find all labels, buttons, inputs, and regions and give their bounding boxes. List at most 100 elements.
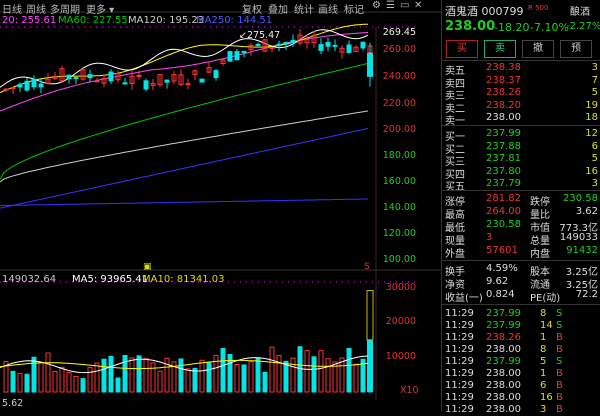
trade-side: S — [556, 308, 563, 319]
volume-bar — [31, 356, 37, 393]
volume-bar — [129, 357, 135, 393]
stat-value: 9.62 — [486, 276, 509, 287]
volume-bar — [24, 373, 30, 393]
ma120-value: MA120: 195.23 — [128, 15, 205, 26]
trade-row: 11:29 238.00 1 B — [442, 368, 600, 380]
stats-row: 现量 3 总量 149033 — [442, 232, 600, 247]
candle-body — [108, 71, 114, 82]
trade-side: B — [556, 332, 563, 343]
candle-body — [367, 52, 373, 77]
candle-body — [325, 42, 331, 47]
preorder-button[interactable]: 预 — [560, 40, 592, 58]
stock-title: 酒鬼酒 000799 — [445, 3, 524, 19]
volume-bar — [122, 354, 128, 393]
volume-bar — [115, 377, 121, 393]
event-flag-icon[interactable]: ▣ — [143, 262, 152, 272]
stock-name: 酒鬼酒 — [445, 5, 478, 18]
event-marker[interactable]: S — [364, 262, 370, 272]
candle-body — [283, 41, 289, 45]
volume-bar — [262, 371, 268, 393]
stat-value: 3.62 — [575, 206, 598, 217]
bid-volume: 6 — [591, 140, 598, 152]
overlay-button[interactable]: 叠加 — [268, 1, 288, 16]
stock-code: 000799 — [481, 5, 524, 18]
bid-price: 237.88 — [486, 140, 521, 152]
close-icon[interactable]: ✕ — [414, 0, 426, 11]
volume-bar — [283, 360, 289, 393]
bid-price: 237.99 — [486, 128, 521, 139]
trade-side: B — [556, 368, 563, 379]
trade-row: 11:29 238.26 1 B — [442, 332, 600, 344]
candle-body — [234, 51, 240, 61]
statistics-button[interactable]: 统计 — [294, 1, 314, 16]
volume-bar — [318, 350, 324, 393]
trade-row: 11:29 238.00 8 B — [442, 344, 600, 356]
tab-weekly[interactable]: 周线 — [26, 1, 46, 16]
volume-bar — [10, 370, 16, 393]
trade-row: 11:29 238.00 6 B — [442, 380, 600, 392]
window-icon[interactable]: ▭ — [400, 0, 412, 11]
trade-price: 237.99 — [486, 356, 521, 367]
volume-bar — [136, 355, 142, 393]
trade-time: 11:29 — [445, 332, 474, 343]
bid-row: 买一 237.99 12 — [442, 128, 600, 143]
trade-time: 11:29 — [445, 404, 474, 415]
volume-bar — [241, 364, 247, 393]
ask-price: 238.00 — [486, 112, 521, 123]
trade-side: B — [556, 404, 563, 415]
price-axis-160: 160.00 — [382, 176, 416, 187]
trade-time: 11:29 — [445, 320, 474, 331]
trade-volume: 1 — [540, 332, 547, 343]
volume-bar — [339, 357, 345, 393]
candle-body — [332, 44, 338, 47]
volume-bar — [248, 361, 254, 393]
volume-bar — [269, 346, 275, 393]
trade-volume: 14 — [540, 320, 553, 331]
candle-body — [360, 41, 366, 49]
trade-side: S — [556, 320, 563, 331]
sector-name[interactable]: 酿酒 — [570, 3, 590, 18]
buy-button[interactable]: 买 — [446, 40, 478, 58]
trade-price: 238.00 — [486, 380, 521, 391]
volume-bar — [199, 359, 205, 393]
kline-chart[interactable] — [0, 0, 441, 412]
tab-multi-period[interactable]: 多周期 — [50, 1, 80, 16]
vol-axis-20000: 20000 — [385, 316, 416, 327]
volume-bar — [367, 339, 373, 392]
settings-icon[interactable]: ⚙ — [372, 0, 384, 11]
trade-row: 11:29 237.99 14 S — [442, 320, 600, 332]
candle-body — [290, 39, 296, 44]
cancel-order-button[interactable]: 撤 — [522, 40, 554, 58]
bid-row: 买三 237.81 5 — [442, 153, 600, 168]
volume-bar — [325, 358, 331, 393]
sell-button[interactable]: 卖 — [484, 40, 516, 58]
trade-time: 11:29 — [445, 380, 474, 391]
volume-bar — [101, 358, 107, 393]
candle-body — [24, 80, 30, 91]
tab-more[interactable]: 更多 ▾ — [86, 1, 114, 16]
divider — [442, 190, 600, 191]
stat-label: PE(动) — [530, 293, 561, 304]
volume-forecast-bar — [366, 290, 374, 341]
bid-row: 买五 237.79 3 — [442, 178, 600, 193]
trade-volume: 8 — [540, 344, 547, 355]
restore-rights-button[interactable]: 复权 — [242, 1, 262, 16]
bottom-left-value: 5.62 — [2, 398, 24, 409]
candle-body — [73, 77, 79, 80]
volume-bar — [150, 362, 156, 393]
volume-bar — [304, 350, 310, 393]
trade-time: 11:29 — [445, 392, 474, 403]
ask-price: 238.26 — [486, 87, 521, 98]
mark-button[interactable]: 标记 — [344, 1, 364, 16]
menu-icon[interactable]: ☰ — [386, 0, 398, 11]
ma250-value: MA250: 144.51 — [196, 15, 273, 26]
vol-axis-10000: 10000 — [385, 351, 416, 362]
volume-bar — [346, 347, 352, 393]
tab-daily[interactable]: 日线 — [2, 1, 22, 16]
volume-bar — [38, 361, 44, 393]
draw-line-button[interactable]: 画线 — [318, 1, 338, 16]
trade-time: 11:29 — [445, 368, 474, 379]
ask-row: 卖五 238.38 3 — [442, 62, 600, 77]
volume-bar — [52, 370, 58, 393]
quote-panel: 酒鬼酒 000799 R 500 酿酒 238.00 -18.20 -7.10%… — [441, 0, 600, 415]
